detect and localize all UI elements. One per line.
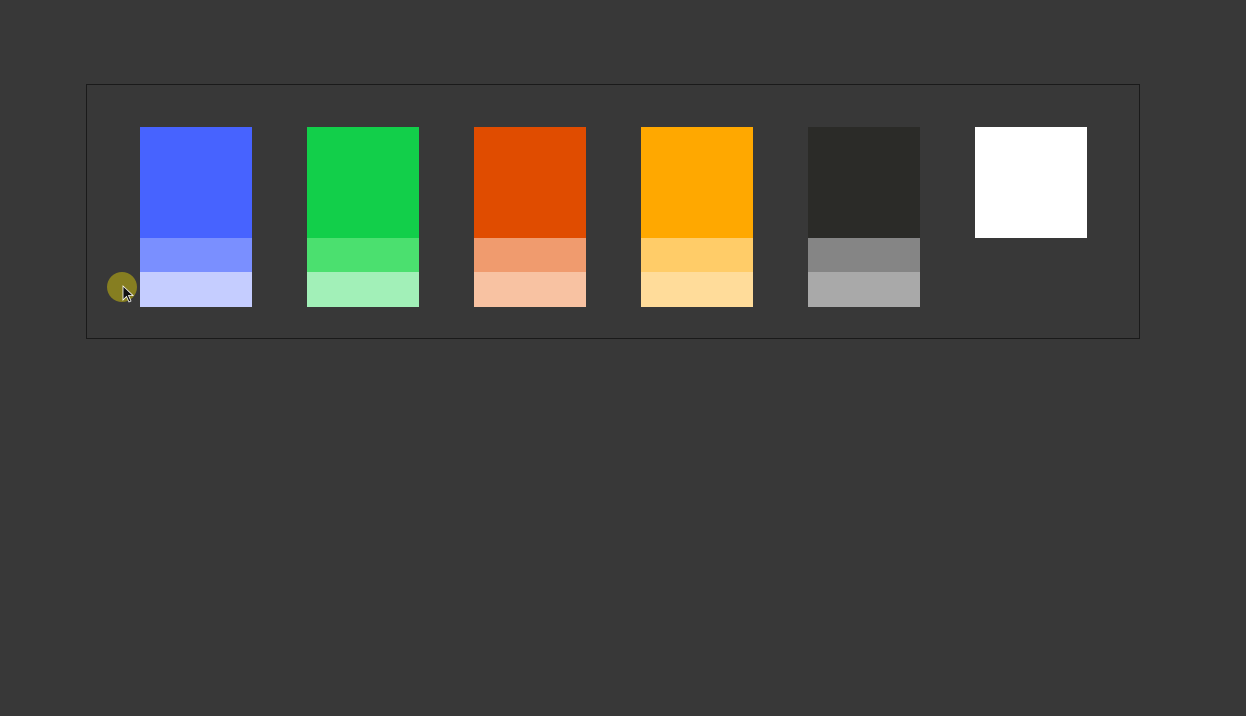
swatch-amber-main[interactable] — [641, 127, 753, 238]
swatch-column-orange — [474, 127, 586, 307]
swatch-black-tint[interactable] — [808, 238, 920, 272]
swatch-column-green — [307, 127, 419, 307]
swatch-amber-tint[interactable] — [641, 238, 753, 272]
swatch-blue-tint[interactable] — [140, 238, 252, 272]
color-palette-panel — [86, 84, 1140, 339]
swatch-green-light[interactable] — [307, 272, 419, 307]
swatch-amber-light[interactable] — [641, 272, 753, 307]
swatch-green-tint[interactable] — [307, 238, 419, 272]
swatch-black-main[interactable] — [808, 127, 920, 238]
swatch-orange-light[interactable] — [474, 272, 586, 307]
swatch-column-amber — [641, 127, 753, 307]
swatch-column-white — [975, 127, 1087, 238]
swatch-column-blue — [140, 127, 252, 307]
swatch-blue-main[interactable] — [140, 127, 252, 238]
arrow-cursor-icon — [122, 285, 135, 303]
swatch-green-main[interactable] — [307, 127, 419, 238]
swatch-orange-tint[interactable] — [474, 238, 586, 272]
swatch-black-light[interactable] — [808, 272, 920, 307]
swatch-orange-main[interactable] — [474, 127, 586, 238]
swatch-blue-light[interactable] — [140, 272, 252, 307]
swatch-white-main[interactable] — [975, 127, 1087, 238]
canvas — [0, 0, 1246, 716]
swatch-column-black — [808, 127, 920, 307]
